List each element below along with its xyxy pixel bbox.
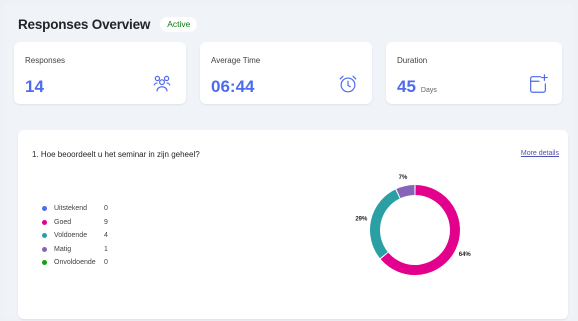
option-label: Onvoldoende	[54, 259, 96, 267]
legend-item: Voldoende 4	[42, 229, 108, 243]
option-count: 4	[104, 232, 108, 240]
donut-slice-goed	[380, 185, 460, 275]
legend: Uitstekend 0 Goed 9 Voldoende 4 Matig 1 …	[42, 202, 108, 270]
responses-value: 14	[25, 77, 44, 96]
option-label: Voldoende	[54, 232, 88, 240]
duration-number: 45	[397, 77, 416, 96]
average-time-value: 06:44	[211, 77, 255, 96]
page-title: Responses Overview	[18, 17, 151, 32]
duration-value: 45 Days	[397, 77, 437, 97]
legend-item: Onvoldoende 0	[42, 256, 108, 270]
duration-unit: Days	[420, 87, 437, 94]
donut-chart: 64% 29% 7%	[355, 175, 472, 275]
responses-panel: Responses Overview Active Responses 14 A…	[4, 4, 574, 319]
legend-dot	[42, 233, 47, 239]
people-icon	[153, 75, 171, 92]
slice-label: 7%	[399, 175, 408, 181]
option-count: 0	[104, 259, 108, 267]
legend-dot	[42, 260, 47, 266]
donut-slice-voldoende	[370, 189, 400, 259]
legend-dot	[42, 206, 47, 212]
option-label: Matig	[54, 245, 72, 253]
duration-card: Duration 45 Days	[386, 42, 562, 104]
alarm-clock-icon	[339, 75, 357, 93]
responses-label: Responses	[25, 56, 66, 65]
calendar-add-icon	[530, 74, 548, 93]
legend-dot	[42, 219, 47, 225]
donut-slice-matig	[396, 185, 415, 199]
legend-item: Matig 1	[42, 243, 108, 257]
option-count: 9	[104, 218, 108, 226]
average-time-label: Average Time	[211, 56, 261, 65]
slice-label: 64%	[459, 252, 472, 258]
question-card: 1. Hoe beoordeelt u het seminar in zijn …	[18, 130, 568, 319]
legend-item: Goed 9	[42, 216, 108, 230]
legend-item: Uitstekend 0	[42, 202, 108, 216]
legend-dot	[42, 246, 47, 252]
slice-label: 29%	[355, 217, 368, 223]
average-time-card: Average Time 06:44	[200, 42, 372, 104]
header: Responses Overview Active	[18, 17, 198, 32]
duration-label: Duration	[397, 56, 428, 65]
responses-card: Responses 14	[14, 42, 186, 104]
option-count: 1	[104, 245, 108, 253]
status-badge: Active	[160, 17, 198, 32]
more-details-link[interactable]: More details	[521, 150, 559, 157]
option-label: Uitstekend	[54, 205, 88, 213]
question-title: 1. Hoe beoordeelt u het seminar in zijn …	[32, 150, 200, 159]
option-count: 0	[104, 205, 108, 213]
option-label: Goed	[54, 218, 72, 226]
